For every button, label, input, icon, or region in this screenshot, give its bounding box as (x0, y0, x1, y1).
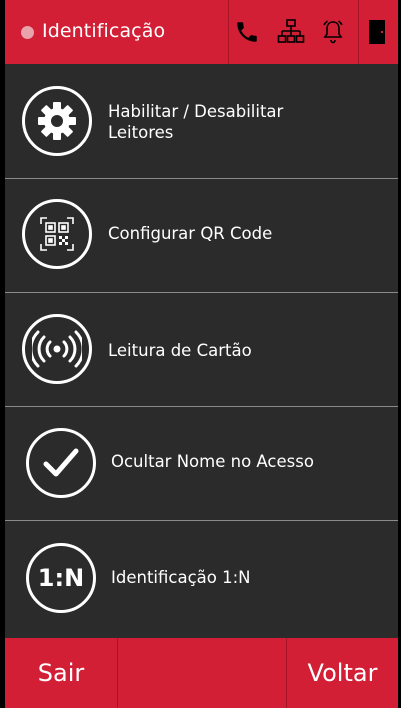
label-line: Habilitar / Desabilitar (108, 102, 284, 121)
phone-icon[interactable] (231, 16, 263, 48)
menu-item-label: Configurar QR Code (108, 224, 273, 243)
rfid-icon (22, 314, 92, 384)
header-separator (358, 0, 359, 64)
one-to-n-icon-text: 1:N (37, 564, 85, 592)
exit-button[interactable]: Sair (5, 638, 117, 708)
header-bar: Identificação (5, 0, 398, 64)
bell-icon[interactable] (317, 16, 349, 48)
header-separator (228, 0, 229, 64)
menu-item-card-reading[interactable]: Leitura de Cartão (5, 293, 398, 407)
menu-item-label: Habilitar / Desabilitar Leitores (108, 101, 283, 143)
qr-code-icon (22, 199, 92, 269)
label-line: Leitores (108, 123, 174, 142)
gear-icon (22, 86, 92, 156)
back-button[interactable]: Voltar (287, 638, 398, 708)
menu-item-readers[interactable]: Habilitar / Desabilitar Leitores (5, 64, 398, 178)
page-title: Identificação (42, 20, 166, 42)
footer-bar: Sair Voltar (5, 638, 398, 708)
status-indicator (21, 26, 34, 39)
footer-separator (117, 638, 118, 708)
menu-item-hide-name[interactable]: Ocultar Nome no Acesso (5, 407, 398, 521)
screen: Identificação Habilitar / Desabilitar Le… (5, 0, 398, 708)
one-to-n-icon: 1:N (26, 543, 96, 613)
check-icon (26, 428, 96, 498)
network-icon[interactable] (275, 16, 307, 48)
menu-item-label: Identificação 1:N (111, 568, 251, 587)
menu-item-label: Leitura de Cartão (108, 341, 252, 360)
door-icon[interactable] (361, 16, 393, 48)
menu-item-identification-1n[interactable]: 1:N Identificação 1:N (5, 521, 398, 638)
menu-item-qr-code[interactable]: Configurar QR Code (5, 179, 398, 293)
menu-item-label: Ocultar Nome no Acesso (111, 452, 314, 471)
